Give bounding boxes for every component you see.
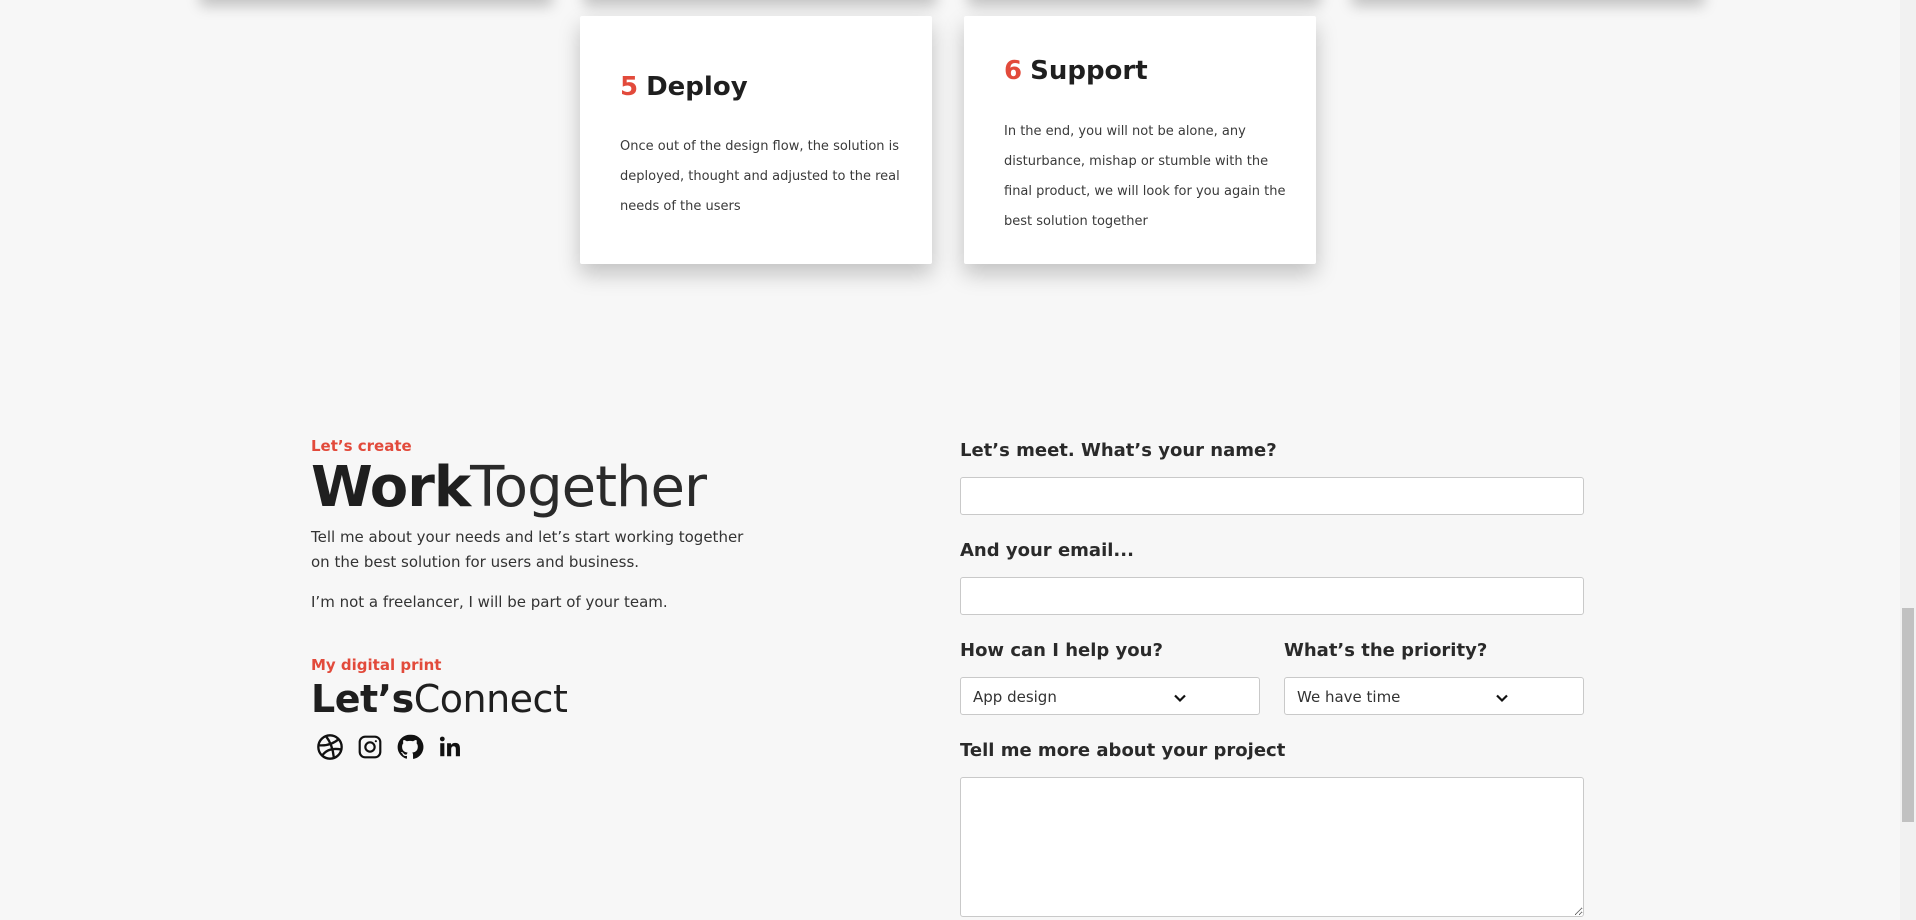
step-number: 5 [620,72,639,102]
help-label: How can I help you? [960,640,1163,661]
work-together-intro: Tell me about your needs and let’s start… [311,528,744,571]
scrollbar-thumb[interactable] [1902,608,1914,822]
step-number: 6 [1004,56,1023,86]
email-label: And your email... [960,540,1134,561]
step-title: Support [1030,56,1148,86]
step-description: Once out of the design flow, the solutio… [620,139,900,214]
work-together-section: Let’s create WorkTogether Tell me about … [311,437,761,615]
github-icon[interactable] [395,732,425,762]
card-title: 6 Support [1004,56,1148,86]
process-card-support: 6 Support In the end, you will not be alo… [964,16,1316,264]
priority-select[interactable]: We have time [1284,677,1584,715]
linkedin-icon[interactable] [435,732,465,762]
help-select[interactable]: App design [960,677,1260,715]
instagram-icon[interactable] [355,732,385,762]
priority-label: What’s the priority? [1284,640,1488,661]
priority-column: What’s the priority? We have time [1284,640,1584,715]
work-together-title: WorkTogether [311,455,761,521]
name-field[interactable] [960,477,1584,515]
help-column: How can I help you? App design [960,640,1260,715]
contact-form: Let’s meet. What’s your name? And your e… [960,440,1584,917]
title-bold: Work [311,455,471,520]
project-textarea[interactable] [960,777,1584,917]
name-label: Let’s meet. What’s your name? [960,440,1277,461]
chevron-down-icon [1173,690,1187,709]
process-card-deploy: 5 Deploy Once out of the design flow, the… [580,16,932,264]
title-light: Connect [413,677,568,721]
card-title: 5 Deploy [620,72,748,102]
connect-title: Let’sConnect [311,676,568,722]
priority-selected-value: We have time [1297,688,1401,706]
chevron-down-icon [1495,690,1509,709]
dribbble-icon[interactable] [315,732,345,762]
title-bold: Let’s [311,677,414,721]
help-selected-value: App design [973,688,1057,706]
social-links [315,732,567,762]
step-title: Deploy [646,72,748,102]
step-description: In the end, you will not be alone, any d… [1004,124,1286,229]
work-together-eyebrow: Let’s create [311,437,412,455]
connect-eyebrow: My digital print [311,656,442,674]
project-label: Tell me more about your project [960,740,1286,761]
work-together-note: I’m not a freelancer, I will be part of … [311,593,668,611]
connect-section: My digital print Let’sConnect [311,656,568,762]
select-row: How can I help you? App design What’s th… [960,640,1584,715]
page: 5 Deploy Once out of the design flow, the… [0,0,1916,920]
email-field[interactable] [960,577,1584,615]
title-light: Together [470,455,707,520]
